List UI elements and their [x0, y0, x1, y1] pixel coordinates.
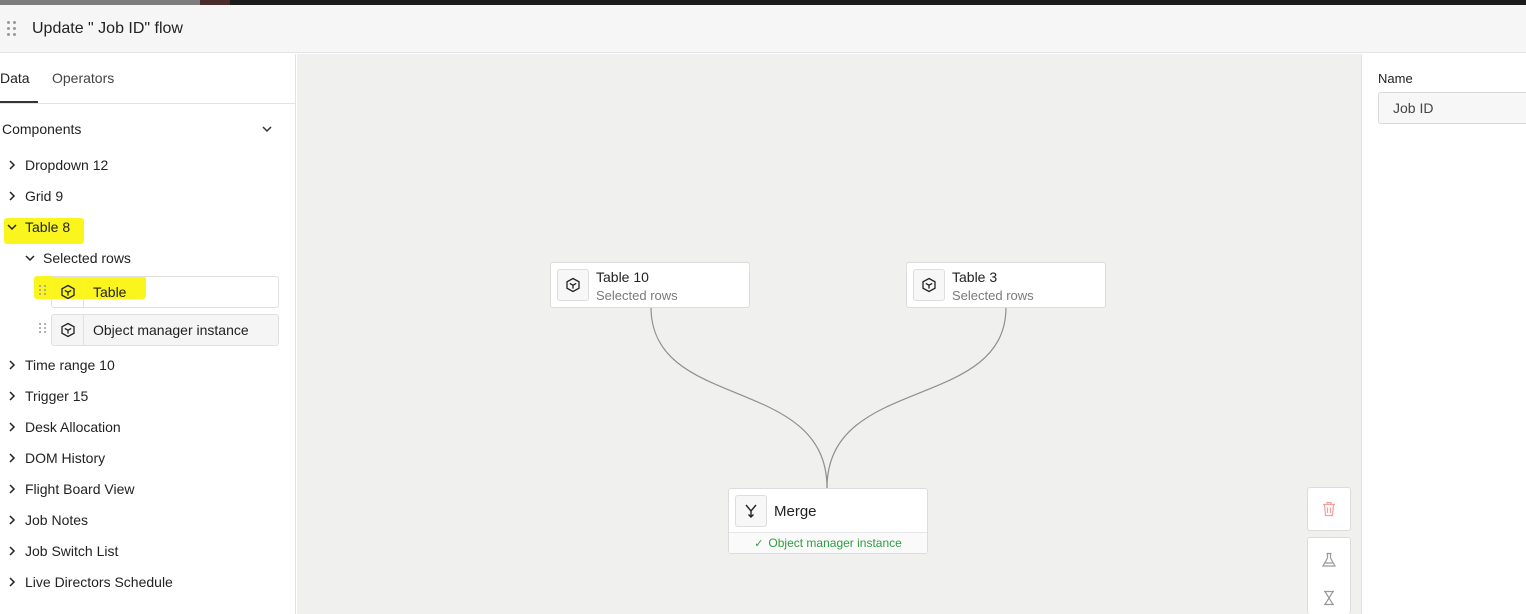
- tree-item-label: Trigger 15: [25, 387, 89, 404]
- chevron-right-icon: [5, 420, 19, 434]
- tree-item-desk-allocation[interactable]: Desk Allocation: [0, 411, 121, 442]
- name-field[interactable]: [1378, 92, 1526, 124]
- tree-item-label: Job Switch List: [25, 542, 119, 559]
- chevron-down-icon: [23, 251, 37, 265]
- delete-button[interactable]: [1307, 487, 1351, 531]
- tree-item-flight-board-view[interactable]: Flight Board View: [0, 473, 134, 504]
- tree-item-trigger-15[interactable]: Trigger 15: [0, 380, 88, 411]
- chevron-right-icon: [5, 189, 19, 203]
- chevron-right-icon: [5, 158, 19, 172]
- tab-operators[interactable]: Operators: [52, 70, 114, 103]
- selected-row-label: Table: [93, 284, 127, 300]
- tree-item-label: Job Notes: [25, 511, 89, 528]
- components-section-header[interactable]: Components: [0, 104, 295, 154]
- node-table-3[interactable]: Table 3 Selected rows: [906, 262, 1106, 308]
- hourglass-icon: [1324, 590, 1334, 606]
- cube-icon: [52, 277, 84, 307]
- node-title: Table 10: [596, 269, 649, 285]
- tree-item-grid-9[interactable]: Grid 9: [0, 180, 63, 211]
- right-panel: Name: [1361, 54, 1526, 614]
- chevron-right-icon: [5, 451, 19, 465]
- tree-item-label: Flight Board View: [25, 480, 135, 497]
- tree-item-label: Dropdown 12: [25, 156, 109, 173]
- chevron-right-icon: [5, 513, 19, 527]
- chevron-right-icon: [5, 389, 19, 403]
- node-subtitle: Selected rows: [596, 288, 678, 303]
- node-merge[interactable]: Merge ✓ Object manager instance: [728, 488, 928, 554]
- tree-item-label: Selected rows: [43, 249, 131, 266]
- tree-item-label: Live Directors Schedule: [25, 573, 173, 590]
- flow-canvas[interactable]: Table 10 Selected rows Table 3 Selected …: [297, 54, 1361, 614]
- chevron-down-icon: [5, 220, 19, 234]
- merge-icon: [735, 495, 767, 527]
- tree-item-label: Desk Allocation: [25, 418, 121, 435]
- tree-item-label: Grid 9: [25, 187, 64, 204]
- chevron-down-icon: [262, 126, 272, 133]
- drag-handle-icon[interactable]: [39, 285, 47, 295]
- trash-icon: [1323, 501, 1335, 517]
- node-title: Merge: [774, 503, 817, 520]
- tree-item-label: Table 8: [25, 218, 71, 235]
- node-table-10[interactable]: Table 10 Selected rows: [550, 262, 750, 308]
- tree-item-dom-history[interactable]: DOM History: [0, 442, 105, 473]
- tree-item-job-notes[interactable]: Job Notes: [0, 504, 88, 535]
- selected-row-label: Object manager instance: [93, 322, 249, 338]
- tree-item-table-8[interactable]: Table 8: [0, 211, 70, 242]
- flow-header: Update " Job ID" flow: [0, 5, 1526, 53]
- name-label: Name: [1378, 71, 1413, 86]
- tree-item-selected-rows[interactable]: Selected rows: [18, 242, 131, 273]
- test-tools-group: [1307, 537, 1351, 614]
- chevron-right-icon: [5, 482, 19, 496]
- merge-status-text: Object manager instance: [768, 536, 902, 550]
- test-button[interactable]: [1308, 546, 1350, 574]
- components-title: Components: [2, 121, 82, 137]
- cube-icon: [557, 269, 589, 301]
- chevron-right-icon: [5, 358, 19, 372]
- selected-row-table[interactable]: Table: [51, 276, 279, 308]
- drag-handle-icon[interactable]: [7, 21, 17, 36]
- tree-item-live-directors-schedule[interactable]: Live Directors Schedule: [0, 566, 173, 597]
- tree-item-label: DOM History: [25, 449, 106, 466]
- chevron-right-icon: [5, 575, 19, 589]
- tree-item-label: Time range 10: [25, 356, 115, 373]
- left-panel: Data Operators Components Dropdown 12 Gr…: [0, 54, 296, 614]
- panel-tabs: Data Operators: [0, 54, 295, 104]
- cube-icon: [913, 269, 945, 301]
- page-title: Update " Job ID" flow: [32, 19, 183, 37]
- selected-row-object-manager[interactable]: Object manager instance: [51, 314, 279, 346]
- tree-item-job-switch-list[interactable]: Job Switch List: [0, 535, 118, 566]
- node-title: Table 3: [952, 269, 998, 285]
- flask-icon: [1321, 552, 1337, 567]
- cube-icon: [52, 315, 84, 345]
- chevron-right-icon: [5, 544, 19, 558]
- drag-handle-icon[interactable]: [39, 323, 47, 333]
- tree-item-time-range-10[interactable]: Time range 10: [0, 349, 115, 380]
- node-subtitle: Selected rows: [952, 288, 1034, 303]
- connector-table10-merge: [650, 306, 828, 489]
- tab-data[interactable]: Data: [0, 70, 38, 103]
- tree-item-dropdown-12[interactable]: Dropdown 12: [0, 149, 108, 180]
- merge-status-bar: ✓ Object manager instance: [729, 532, 927, 553]
- schedule-button[interactable]: [1308, 584, 1350, 612]
- connector-table3-merge: [826, 306, 1007, 489]
- check-icon: ✓: [754, 537, 764, 550]
